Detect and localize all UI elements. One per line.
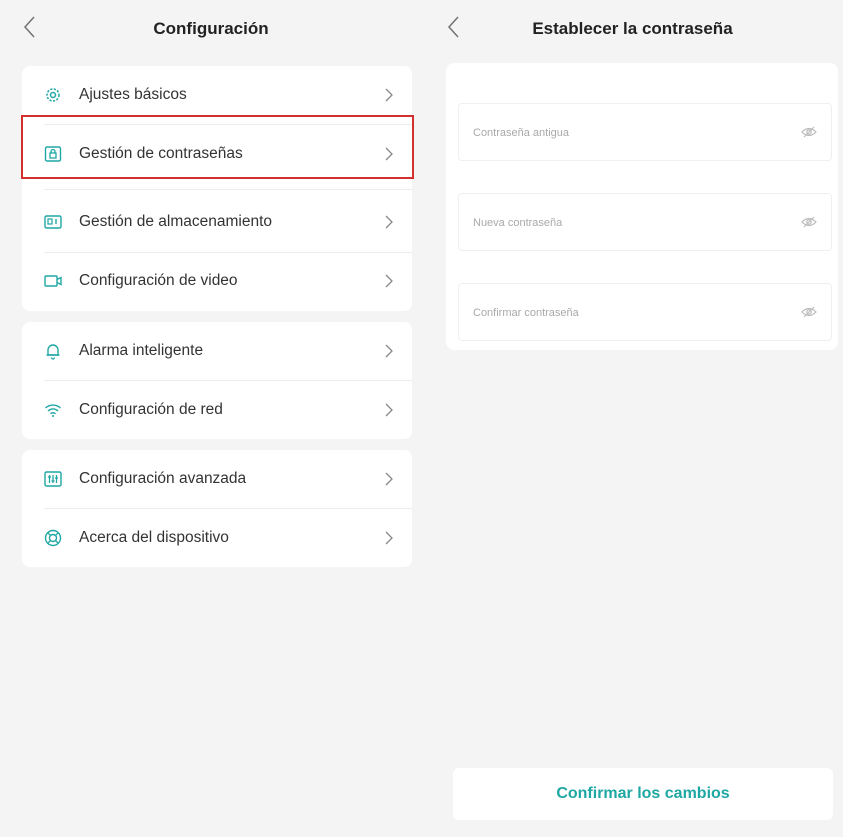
chevron-right-icon xyxy=(384,472,394,486)
settings-group-alerts: Alarma inteligente Configuración de red xyxy=(22,322,412,439)
menu-item-password-management[interactable]: Gestión de contraseñas xyxy=(22,125,412,183)
divider xyxy=(44,189,412,190)
eye-icon[interactable] xyxy=(801,126,817,138)
confirm-password-input[interactable] xyxy=(471,284,775,342)
chevron-right-icon xyxy=(384,274,394,288)
menu-item-storage-management[interactable]: Gestión de almacenamiento xyxy=(22,193,412,251)
menu-item-label: Alarma inteligente xyxy=(79,342,204,359)
menu-item-label: Configuración de video xyxy=(79,272,238,289)
info-icon xyxy=(44,529,62,547)
chevron-right-icon xyxy=(384,88,394,102)
gear-icon xyxy=(44,86,62,104)
configuration-screen: Configuración Ajustes básicos Gestión de… xyxy=(0,0,422,837)
lock-icon xyxy=(44,145,62,163)
page-title: Establecer la contraseña xyxy=(532,19,733,38)
chevron-right-icon xyxy=(384,215,394,229)
menu-item-advanced-settings[interactable]: Configuración avanzada xyxy=(22,450,412,508)
chevron-right-icon xyxy=(384,344,394,358)
old-password-input[interactable] xyxy=(471,104,775,162)
menu-item-label: Configuración avanzada xyxy=(79,470,247,487)
new-password-input[interactable] xyxy=(471,194,775,252)
confirm-changes-button[interactable]: Confirmar los cambios xyxy=(453,768,833,820)
menu-item-video-settings[interactable]: Configuración de video xyxy=(22,252,412,310)
config-header: Configuración xyxy=(0,0,422,58)
password-header: Establecer la contraseña xyxy=(422,0,843,58)
chevron-right-icon xyxy=(384,531,394,545)
page-title: Configuración xyxy=(153,19,269,38)
menu-item-label: Gestión de contraseñas xyxy=(79,145,243,162)
settings-group-advanced: Configuración avanzada Acerca del dispos… xyxy=(22,450,412,567)
video-icon xyxy=(44,272,62,290)
chevron-right-icon xyxy=(384,403,394,417)
menu-item-label: Acerca del dispositivo xyxy=(79,529,229,546)
menu-item-network-settings[interactable]: Configuración de red xyxy=(22,381,412,439)
new-password-field xyxy=(458,193,832,252)
bell-icon xyxy=(44,342,62,360)
settings-group-basic: Ajustes básicos Gestión de contraseñas G… xyxy=(22,66,412,311)
old-password-field xyxy=(458,103,832,162)
chevron-right-icon xyxy=(384,147,394,161)
set-password-screen: Establecer la contraseña Confirmar los c… xyxy=(422,0,843,837)
menu-item-basic-settings[interactable]: Ajustes básicos xyxy=(22,66,412,124)
wifi-icon xyxy=(44,401,62,419)
menu-item-label: Configuración de red xyxy=(79,401,223,418)
menu-item-label: Ajustes básicos xyxy=(79,86,187,103)
menu-item-smart-alarm[interactable]: Alarma inteligente xyxy=(22,322,412,380)
menu-item-about-device[interactable]: Acerca del dispositivo xyxy=(22,509,412,567)
storage-icon xyxy=(44,213,62,231)
eye-icon[interactable] xyxy=(801,216,817,228)
confirm-password-field xyxy=(458,283,832,342)
menu-item-label: Gestión de almacenamiento xyxy=(79,213,273,230)
sliders-icon xyxy=(44,470,62,488)
eye-icon[interactable] xyxy=(801,306,817,318)
